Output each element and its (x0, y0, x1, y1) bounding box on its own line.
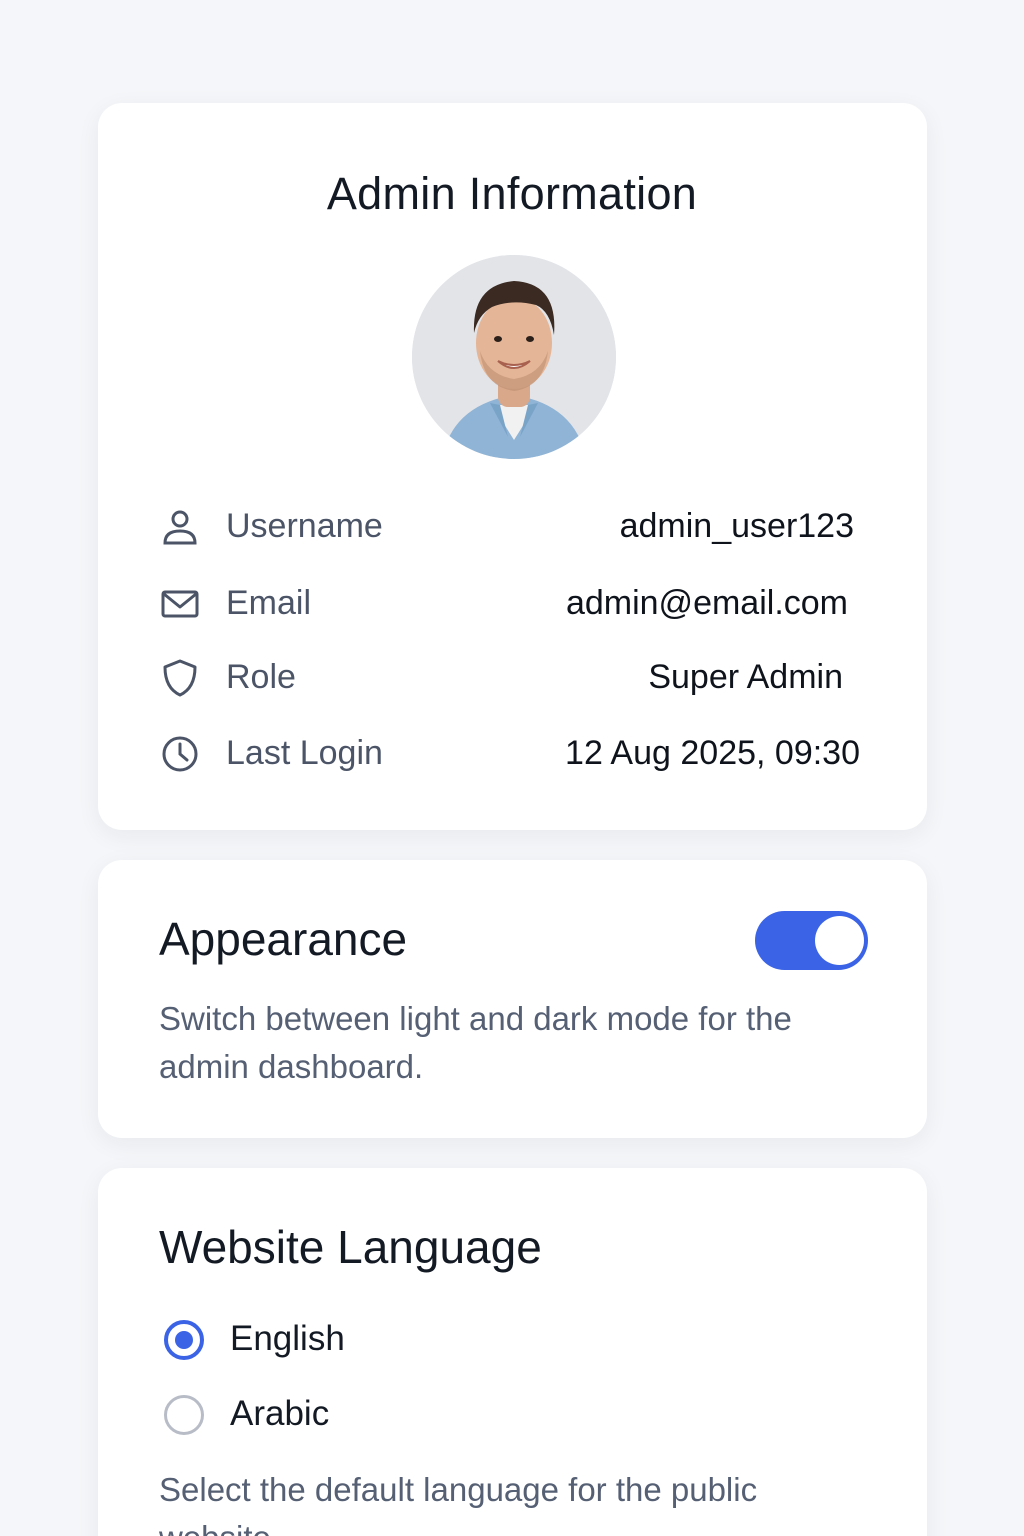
email-value: admin@email.com (565, 584, 848, 622)
english-label: English (230, 1319, 345, 1358)
info-row-last-login: Last Login 12 Aug 2025, 09:30 (0, 728, 1024, 778)
language-option-arabic[interactable]: Arabic (160, 1389, 560, 1439)
radio-english[interactable] (164, 1320, 204, 1360)
radio-selected-dot (175, 1331, 193, 1349)
appearance-description: Switch between light and dark mode for t… (159, 1000, 792, 1085)
shield-icon (163, 659, 197, 697)
website-language-title: Website Language (159, 1221, 542, 1273)
info-row-email: Email admin@email.com (0, 578, 1024, 628)
last-login-label: Last Login (226, 734, 383, 772)
toggle-knob (815, 916, 864, 965)
username-value: admin_user123 (619, 507, 854, 545)
role-value: Super Admin (648, 658, 843, 696)
language-option-english[interactable]: English (160, 1314, 560, 1364)
clock-icon (162, 736, 198, 772)
settings-page: Admin Information Username admin_user123… (0, 0, 1024, 1536)
dark-mode-toggle[interactable] (755, 911, 868, 970)
user-icon (163, 510, 197, 545)
admin-info-title: Admin Information (326, 168, 698, 219)
appearance-title: Appearance (159, 913, 408, 965)
arabic-label: Arabic (230, 1394, 330, 1433)
last-login-value: 12 Aug 2025, 09:30 (565, 734, 860, 772)
radio-arabic[interactable] (164, 1395, 204, 1435)
role-label: Role (226, 658, 296, 696)
avatar (412, 255, 616, 459)
email-label: Email (226, 584, 312, 622)
mail-icon (161, 590, 199, 618)
info-row-role: Role Super Admin (0, 652, 1024, 702)
info-row-username: Username admin_user123 (0, 501, 1024, 551)
username-label: Username (226, 507, 383, 545)
website-language-description: Select the default language for the publ… (159, 1471, 758, 1536)
